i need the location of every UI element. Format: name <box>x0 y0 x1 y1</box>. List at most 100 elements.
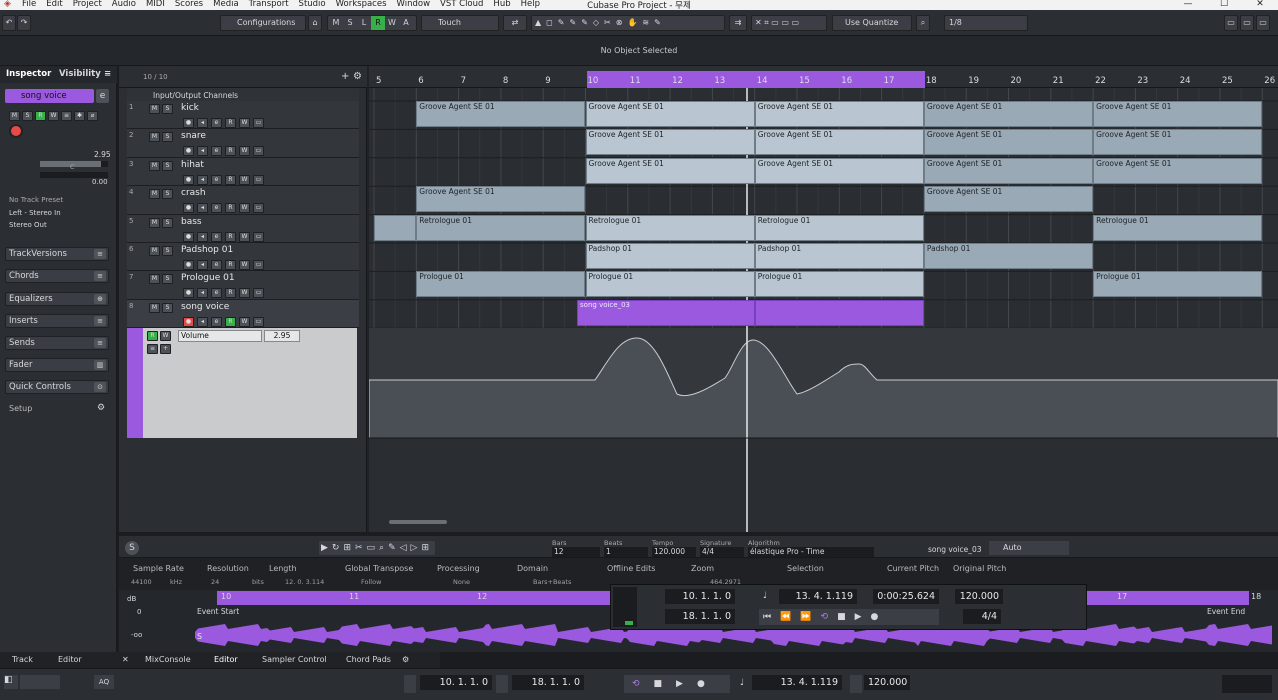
sample-editor-solo-icon[interactable]: S <box>125 541 139 555</box>
midi-part[interactable]: Prologue 01 <box>1093 271 1263 298</box>
info-value[interactable]: Bars+Beats <box>533 578 571 586</box>
midi-part[interactable]: Groove Agent SE 01 <box>754 101 924 127</box>
lanes-button[interactable]: ▭ <box>253 174 264 185</box>
track-name[interactable]: Padshop 01 <box>181 245 233 255</box>
monitor-button[interactable]: ◂ <box>197 118 208 128</box>
midi-part[interactable]: Groove Agent SE 01 <box>1093 129 1263 156</box>
section-inserts[interactable]: Inserts ≡ <box>5 314 109 328</box>
edit-button[interactable]: e <box>211 231 222 242</box>
midi-part[interactable]: Prologue 01 <box>585 271 755 298</box>
monitor-button[interactable]: ◂ <box>197 146 208 157</box>
read-button[interactable]: R <box>35 111 46 121</box>
write-button[interactable]: W <box>239 260 250 270</box>
read-button[interactable]: R <box>225 203 236 214</box>
record-enable-button[interactable]: ● <box>183 260 194 270</box>
write-all-button[interactable]: W <box>385 16 399 30</box>
quantize-preset-dropdown[interactable]: Use Quantize <box>832 15 912 31</box>
monitor-button[interactable]: ◂ <box>197 174 208 185</box>
read-button[interactable]: R <box>225 288 236 299</box>
mute-all-button[interactable]: M <box>329 16 343 30</box>
mini-left-locator[interactable]: 10. 1. 1. 0 <box>665 589 735 604</box>
midi-part[interactable]: Padshop 01 <box>923 243 1094 269</box>
automation-add-icon[interactable]: + <box>160 344 171 354</box>
midi-part[interactable]: Groove Agent SE 01 <box>923 129 1094 156</box>
close-window-button[interactable]: ✕ <box>1242 0 1278 9</box>
monitor-button[interactable]: ◂ <box>197 231 208 242</box>
track-song-voice[interactable]: 8 M Ssong voice ● ◂ e R W ▭ <box>127 299 359 329</box>
mini-transport-buttons[interactable]: ⏮⏪⏩⟲■▶● <box>759 609 939 625</box>
track-solo-button[interactable]: S <box>162 302 173 313</box>
track-snare[interactable]: 2 M Ssnare ● ◂ e R W ▭ <box>127 129 359 158</box>
track-solo-button[interactable]: S <box>162 104 173 114</box>
lanes-button[interactable]: ▭ <box>253 231 264 242</box>
layout-right-icon[interactable]: ▭ <box>1256 15 1270 31</box>
track-solo-button[interactable]: S <box>162 160 173 171</box>
track-name[interactable]: snare <box>181 131 206 141</box>
read-button[interactable]: R <box>225 146 236 157</box>
monitor-button[interactable]: ◂ <box>197 203 208 214</box>
menu-icon[interactable]: ≡ <box>104 69 111 79</box>
edit-channel-icon[interactable]: e <box>96 89 109 103</box>
tab-editor-lower[interactable]: Editor <box>214 655 238 664</box>
track-kick[interactable]: 1 M Skick ● ◂ e R W ▭ <box>127 101 359 130</box>
track-mute-button[interactable]: M <box>149 217 160 228</box>
midi-part[interactable]: Groove Agent SE 01 <box>416 186 586 213</box>
undo-icon[interactable]: ↶ <box>2 15 16 31</box>
edit-button[interactable]: e <box>211 146 222 157</box>
lanes-button[interactable]: ▭ <box>253 288 264 299</box>
track-name[interactable]: crash <box>181 188 206 198</box>
lanes-button[interactable]: ▭ <box>253 316 264 327</box>
write-button[interactable]: W <box>239 203 250 214</box>
quantize-value-dropdown[interactable]: 1/8 <box>944 15 1028 31</box>
midi-part[interactable]: Groove Agent SE 01 <box>1093 157 1263 184</box>
minimize-button[interactable]: — <box>1170 0 1206 9</box>
midi-part[interactable]: Padshop 01 <box>585 243 755 269</box>
auto-button[interactable]: A <box>399 16 413 30</box>
mini-time[interactable]: 0:00:25.624 <box>873 589 939 604</box>
record-enable-button[interactable]: ● <box>183 203 194 214</box>
midi-part[interactable]: Groove Agent SE 01 <box>923 101 1094 127</box>
track-prologue-01[interactable]: 7 M S Prologue 01 ● ◂ e R W ▭ <box>127 271 359 300</box>
edit-button[interactable]: e <box>211 260 222 270</box>
info-value[interactable]: None <box>453 578 470 586</box>
section-trackversions[interactable]: TrackVersions ≡ <box>5 247 109 261</box>
automation-parameter[interactable]: Volume <box>178 330 262 342</box>
write-button[interactable]: W <box>239 288 250 299</box>
tab-visibility[interactable]: Visibility <box>59 69 101 79</box>
audio-event[interactable]: song voice_03 <box>577 299 755 326</box>
track-name[interactable]: hihat <box>181 160 204 170</box>
midi-part[interactable]: Prologue 01 <box>754 271 924 298</box>
read-button[interactable]: R <box>225 174 236 185</box>
track-solo-button[interactable]: S <box>162 132 173 143</box>
solo-button[interactable]: S <box>22 111 33 121</box>
midi-part[interactable]: Retrologue 01 <box>1093 214 1263 241</box>
tools-group[interactable]: ▲◻✎✎✎◇✂⊗✋≋✎ <box>531 15 725 31</box>
midi-part[interactable] <box>374 214 417 241</box>
tempo-track-icon[interactable] <box>850 675 862 693</box>
track-padshop-01[interactable]: 6 M S Padshop 01 ● ◂ e R W ▭ <box>127 243 359 272</box>
right-locator[interactable]: 18. 1. 1. 0 <box>512 675 584 690</box>
write-button[interactable]: W <box>48 111 59 121</box>
mini-signature[interactable]: 4/4 <box>963 609 1001 624</box>
tab-chord-pads[interactable]: Chord Pads <box>346 655 391 664</box>
lanes-button[interactable]: ▭ <box>253 146 264 157</box>
record-enable-button[interactable]: ● <box>183 118 194 128</box>
transport-buttons[interactable]: ⟲■▶● <box>624 675 730 693</box>
record-enable-button[interactable]: ● <box>183 231 194 242</box>
snap-icon[interactable]: ⇄ <box>503 15 527 31</box>
aq-icon[interactable]: AQ <box>94 675 114 689</box>
autoscroll-icon[interactable]: ⇉ <box>729 15 747 31</box>
configurations-dropdown[interactable]: Configurations <box>220 15 306 31</box>
record-enable-button[interactable] <box>9 124 23 138</box>
listen-button[interactable]: L <box>357 16 371 30</box>
midi-part[interactable]: Retrologue 01 <box>416 214 586 241</box>
lock-icon[interactable]: ⌂ <box>308 15 322 31</box>
track-name[interactable]: bass <box>181 217 202 227</box>
signature-field[interactable]: 4/4 <box>700 547 744 557</box>
automation-write-button[interactable]: W <box>160 331 171 341</box>
track-bass[interactable]: 5 M Sbass ● ◂ e R W ▭ <box>127 214 359 243</box>
track-mute-button[interactable]: M <box>149 302 160 313</box>
track-mute-button[interactable]: M <box>149 104 160 114</box>
section-quick-controls[interactable]: Quick Controls ⊙ <box>5 380 109 394</box>
midi-part[interactable]: Groove Agent SE 01 <box>585 157 755 184</box>
